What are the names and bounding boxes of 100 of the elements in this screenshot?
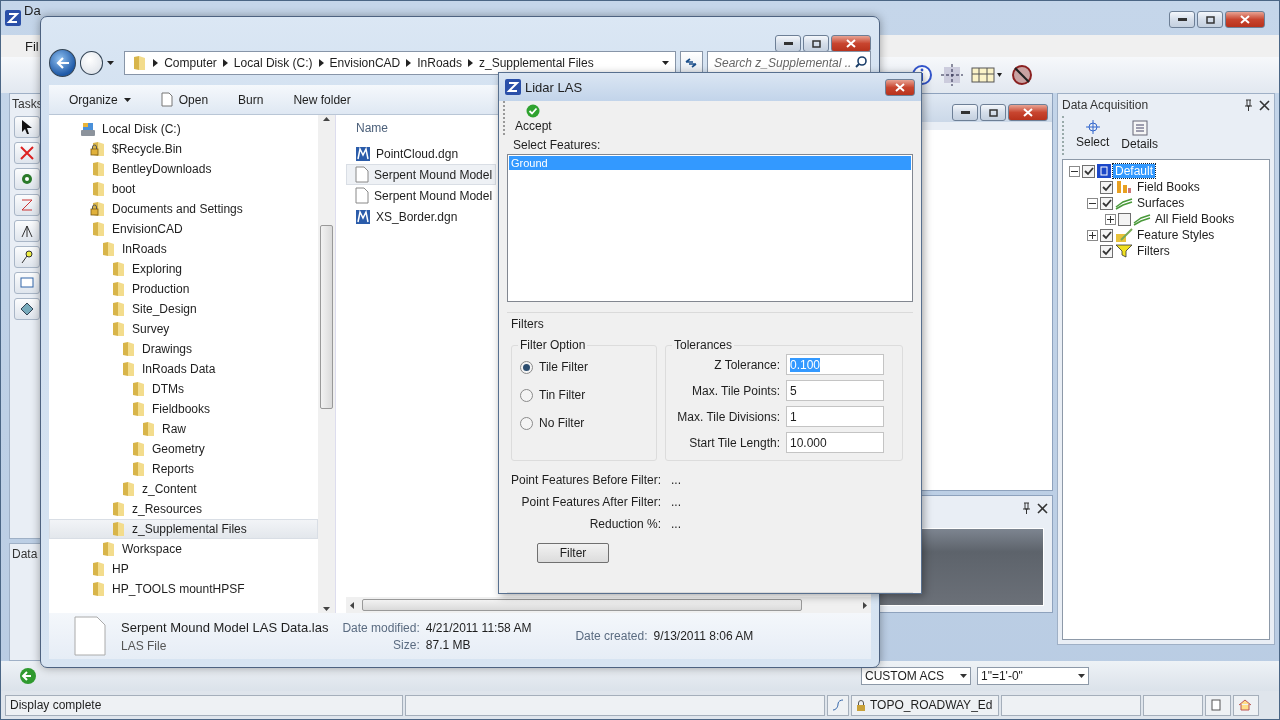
back-button[interactable] (49, 49, 77, 77)
radio-button[interactable] (520, 388, 533, 402)
address-bar[interactable]: Computer Local Disk (C:) EnvisionCAD InRoads z_Supplemental Files (124, 51, 676, 75)
dropdown[interactable]: 1"=1'-0" (977, 667, 1089, 685)
command-button[interactable]: New folder (291, 90, 353, 109)
scrollbar[interactable] (346, 597, 871, 613)
close-button[interactable] (1225, 11, 1265, 28)
toolbar-button[interactable]: Select (1072, 118, 1114, 153)
breadcrumb[interactable]: Computer (164, 56, 217, 70)
folder-tree-item[interactable]: InRoads (49, 239, 318, 259)
maximize-button[interactable] (980, 104, 1006, 121)
command-button[interactable]: Burn (236, 90, 266, 109)
table-icon[interactable] (971, 65, 1003, 85)
scrollbar-thumb[interactable] (320, 225, 333, 409)
folder-tree-item[interactable]: HP (49, 559, 318, 579)
command-button[interactable]: Open (158, 90, 211, 109)
folder-tree-item[interactable]: Workspace (49, 539, 318, 559)
folder-tree-item[interactable]: Drawings (49, 339, 318, 359)
folder-tree-item[interactable]: Exploring (49, 259, 318, 279)
detail-label: Date modified: (342, 620, 420, 635)
checkbox[interactable] (1118, 212, 1131, 226)
tree-item-label[interactable]: Feature Styles (1135, 228, 1217, 242)
search-field[interactable]: Search z_Supplemental ... (707, 51, 871, 75)
radio-option[interactable]: Tile Filter (520, 354, 648, 380)
folder-tree-item[interactable]: Survey (49, 319, 318, 339)
radio-option[interactable]: No Filter (520, 410, 648, 436)
folder-tree-item[interactable]: EnvisionCAD (49, 219, 318, 239)
page-icon[interactable] (1210, 699, 1222, 711)
folder-tree-item[interactable]: z_Resources (49, 499, 318, 519)
file-item[interactable]: Serpent Mound Model (346, 164, 496, 185)
toolbar-button[interactable]: Details (1117, 118, 1163, 153)
input-field[interactable]: 1 (786, 406, 884, 427)
menu-item[interactable]: Fil (25, 38, 39, 54)
folder-tree-item[interactable]: $Recycle.Bin (49, 139, 318, 159)
breadcrumb[interactable]: Local Disk (C:) (233, 56, 313, 70)
folder-tree-item[interactable]: BentleyDownloads (49, 159, 318, 179)
close-button[interactable] (885, 78, 915, 96)
radio-button[interactable] (520, 416, 533, 430)
close-icon[interactable] (1259, 99, 1270, 111)
tree-item-label[interactable]: Field Books (1135, 180, 1202, 194)
caret-icon[interactable] (107, 61, 115, 65)
expander-toggle[interactable] (1087, 229, 1098, 241)
breadcrumb[interactable]: z_Supplemental Files (478, 56, 594, 70)
file-item[interactable]: PointCloud.dgn (346, 143, 496, 164)
expander-toggle[interactable] (1105, 213, 1116, 225)
folder-tree-item[interactable]: Documents and Settings (49, 199, 318, 219)
tool-button[interactable] (14, 220, 40, 242)
folder-tree-item[interactable]: HP_TOOLS mountHPSF (49, 579, 318, 599)
checkbox[interactable] (1082, 164, 1095, 178)
radio-option[interactable]: Tin Filter (520, 382, 648, 408)
refresh-button[interactable] (679, 51, 703, 75)
caret-icon (661, 61, 669, 65)
folder-tree-item[interactable]: Geometry (49, 439, 318, 459)
checkbox[interactable] (1100, 228, 1113, 242)
checkbox[interactable] (1100, 196, 1113, 210)
tool-button[interactable] (14, 116, 40, 138)
tree-item-label[interactable]: Filters (1135, 244, 1172, 258)
command-button[interactable]: Organize (67, 90, 133, 109)
folder-tree-item[interactable]: Production (49, 279, 318, 299)
folder-tree-item[interactable]: InRoads Data (49, 359, 318, 379)
radio-button[interactable] (520, 360, 533, 374)
breadcrumb[interactable]: EnvisionCAD (329, 56, 401, 70)
checkbox[interactable] (1100, 180, 1113, 194)
file-item[interactable]: XS_Border.dgn (346, 206, 496, 227)
folder-tree-item[interactable]: Raw (49, 419, 318, 439)
crosshair-icon[interactable] (941, 64, 963, 86)
maximize-button[interactable] (1197, 11, 1223, 28)
expander-toggle[interactable] (1087, 197, 1098, 209)
column-header[interactable]: Name (356, 121, 388, 135)
tree-item-label[interactable]: Surfaces (1135, 196, 1187, 210)
dropdown[interactable]: CUSTOM ACS (861, 667, 971, 685)
folder-tree-item[interactable]: z_Content (49, 479, 318, 499)
scrollbar[interactable] (318, 115, 335, 613)
prohibited-icon[interactable] (1011, 64, 1033, 86)
folder-tree-item[interactable]: Site_Design (49, 299, 318, 319)
folder-tree-item[interactable]: Fieldbooks (49, 399, 318, 419)
pin-icon[interactable] (1022, 502, 1031, 514)
scrollbar-thumb[interactable] (362, 599, 802, 611)
minimize-button[interactable] (952, 104, 978, 121)
pin-icon[interactable] (1244, 99, 1253, 111)
filter-button[interactable]: Filter (537, 543, 609, 563)
file-item[interactable]: Serpent Mound Model (346, 185, 496, 206)
close-icon[interactable] (1037, 502, 1048, 514)
expander-toggle[interactable] (1069, 165, 1080, 177)
tree-item-label[interactable]: All Field Books (1153, 212, 1237, 226)
home-icon[interactable] (1238, 699, 1252, 711)
accept-button[interactable]: Accept (511, 103, 556, 133)
folder-tree-item[interactable]: z_Supplemental Files (49, 519, 318, 539)
folder-tree-item[interactable]: DTMs (49, 379, 318, 399)
folder-tree-item[interactable]: boot (49, 179, 318, 199)
minimize-button[interactable] (1169, 11, 1195, 28)
breadcrumb[interactable]: InRoads (417, 56, 462, 70)
input-field[interactable]: 10.000 (786, 432, 884, 453)
checkbox[interactable] (1100, 244, 1113, 258)
close-button[interactable] (1008, 104, 1048, 121)
folder-tree-item[interactable]: Local Disk (C:) (49, 119, 318, 139)
folder-tree-item[interactable]: Reports (49, 459, 318, 479)
tool-button[interactable] (14, 298, 40, 320)
forward-button[interactable] (80, 51, 104, 75)
input-field[interactable]: 5 (786, 380, 884, 401)
